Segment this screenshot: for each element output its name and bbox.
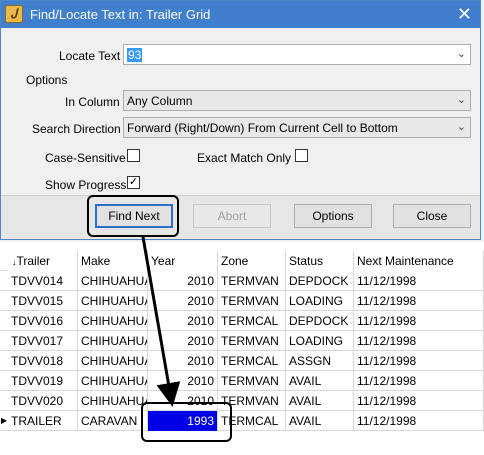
annotation-arrow <box>141 236 181 407</box>
